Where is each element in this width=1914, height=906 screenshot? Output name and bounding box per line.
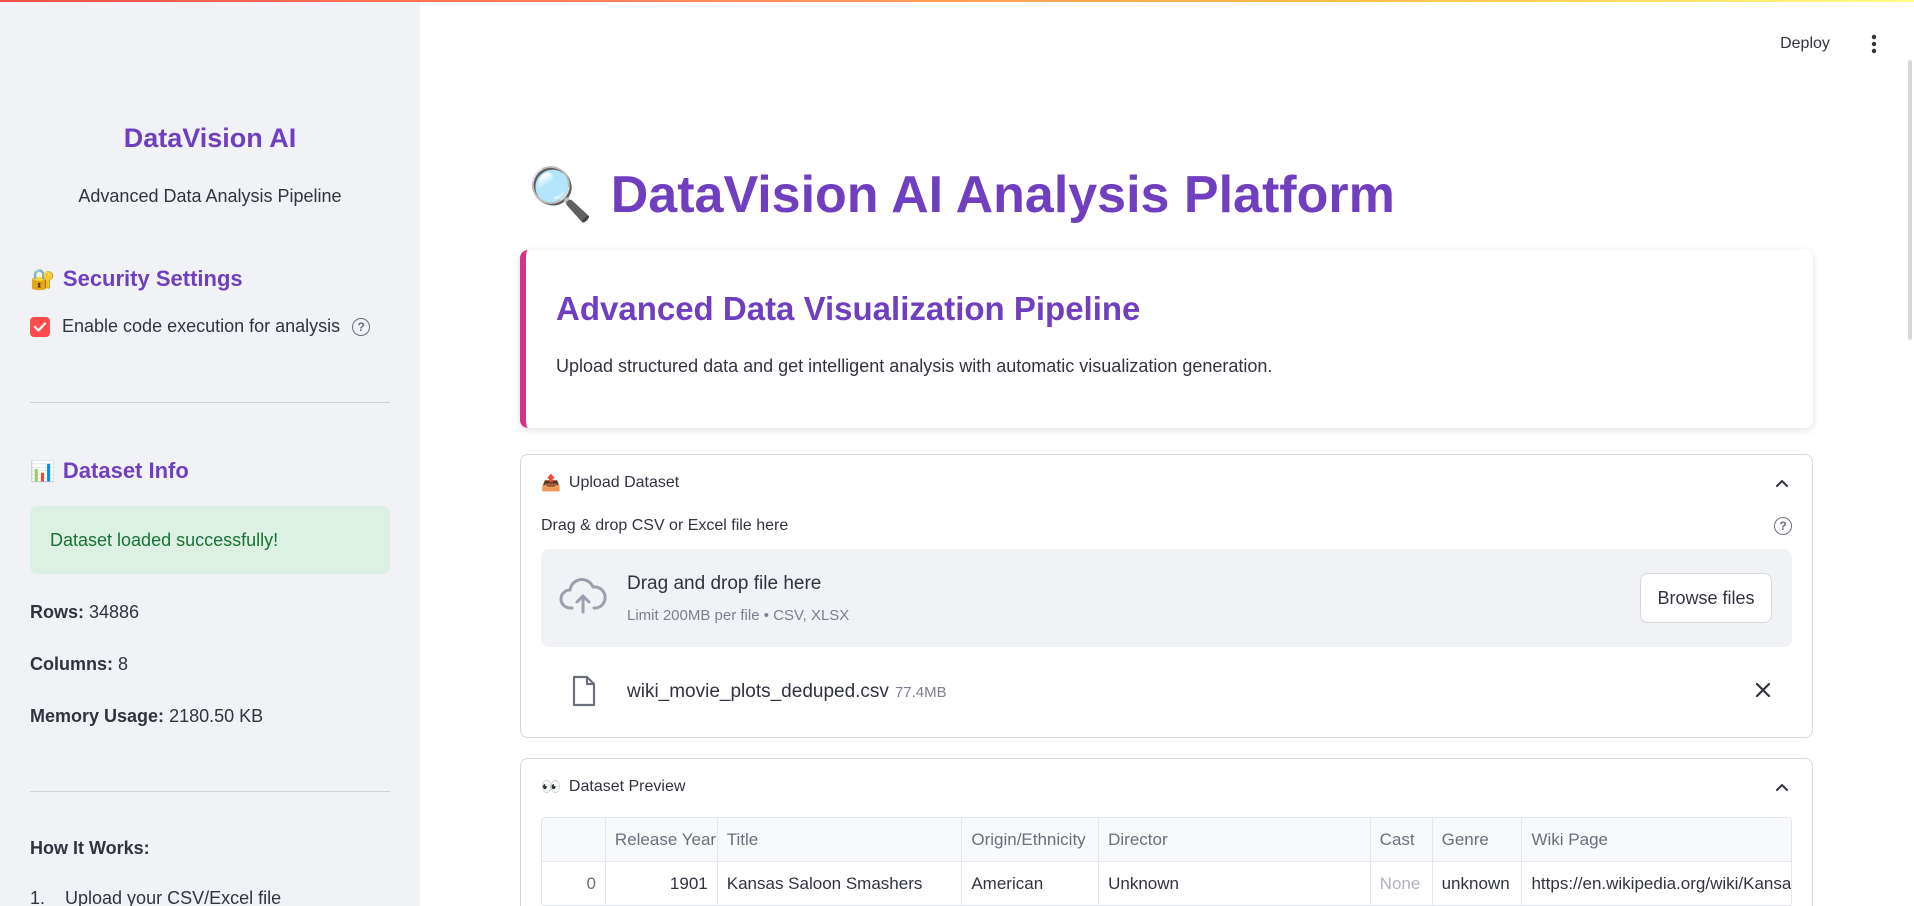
dataset-preview-header[interactable]: 👀 Dataset Preview (541, 777, 685, 797)
page-title: 🔍 DataVision AI Analysis Platform (528, 164, 1395, 225)
file-name: wiki_movie_plots_deduped.csv 77.4MB (627, 681, 947, 703)
eyes-icon: 👀 (541, 779, 561, 796)
file-icon (572, 675, 596, 707)
table-cell[interactable]: 1901 (606, 862, 718, 905)
page-title-text: DataVision AI Analysis Platform (610, 165, 1395, 224)
file-dropzone[interactable]: Drag and drop file here Limit 200MB per … (541, 549, 1792, 647)
rows-stat: Rows: 34886 (30, 602, 139, 623)
intro-card-heading: Advanced Data Visualization Pipeline (556, 290, 1141, 327)
dataset-preview-title: Dataset Preview (568, 778, 686, 795)
magnifier-icon: 🔍 (528, 166, 593, 224)
help-icon[interactable]: ? (352, 317, 371, 336)
code-execution-checkbox-row[interactable]: Enable code execution for analysis ? (30, 316, 371, 337)
chevron-up-icon[interactable] (1772, 473, 1792, 493)
lock-icon: 🔐 (30, 268, 55, 291)
chevron-up-icon[interactable] (1772, 777, 1792, 797)
file-name-text: wiki_movie_plots_deduped.csv (627, 681, 889, 702)
help-icon[interactable]: ? (1774, 517, 1792, 535)
upload-icon: 📤 (541, 475, 561, 492)
memory-value: 2180.50 KB (169, 706, 264, 726)
dropzone-title: Drag and drop file here (627, 573, 822, 594)
browse-files-button[interactable]: Browse files (1640, 573, 1772, 623)
dataset-preview-expander: 👀 Dataset Preview Release Year Title Ori… (520, 758, 1813, 906)
column-header-title[interactable]: Title (718, 818, 963, 861)
security-settings-label: Security Settings (62, 266, 243, 291)
dataset-info-heading: 📊 Dataset Info (30, 458, 189, 484)
how-it-works-heading: How It Works: (30, 838, 150, 858)
memory-label: Memory Usage: (30, 706, 165, 726)
rows-label: Rows: (30, 602, 84, 622)
file-size: 77.4MB (894, 684, 947, 701)
table-cell[interactable]: unknown (1433, 862, 1523, 905)
code-execution-checkbox[interactable] (30, 316, 50, 337)
column-header-origin[interactable]: Origin/Ethnicity (962, 818, 1100, 861)
cloud-upload-icon (559, 578, 607, 614)
code-execution-label[interactable]: Enable code execution for analysis (62, 316, 340, 337)
sidebar-subtitle: Advanced Data Analysis Pipeline (78, 186, 342, 206)
columns-value: 8 (118, 654, 129, 674)
upload-dataset-expander: 📤 Upload Dataset Drag & drop CSV or Exce… (520, 454, 1813, 738)
intro-card-description: Upload structured data and get intellige… (556, 356, 1273, 376)
memory-stat: Memory Usage: 2180.50 KB (30, 706, 263, 727)
dataset-info-label: Dataset Info (62, 458, 189, 483)
step-number: 1. (30, 888, 46, 906)
deploy-button[interactable]: Deploy (1770, 30, 1840, 58)
table-cell[interactable]: Unknown (1099, 862, 1371, 905)
column-header-director[interactable]: Director (1099, 818, 1371, 861)
table-cell[interactable]: American (962, 862, 1100, 905)
bar-chart-icon: 📊 (30, 460, 55, 483)
dataset-success-alert: Dataset loaded successfully! (30, 506, 390, 574)
column-header-index[interactable] (542, 818, 606, 861)
uploaded-file: wiki_movie_plots_deduped.csv 77.4MB (541, 671, 1792, 715)
security-settings-heading: 🔐 Security Settings (30, 266, 243, 292)
sidebar-divider (30, 791, 390, 792)
success-message: Dataset loaded successfully! (50, 529, 279, 550)
table-cell[interactable]: Kansas Saloon Smashers (718, 862, 963, 905)
dropzone-limit: Limit 200MB per file • CSV, XLSX (627, 607, 850, 624)
columns-stat: Columns: 8 (30, 654, 128, 675)
column-header-genre[interactable]: Genre (1433, 818, 1523, 861)
page-scrollbar[interactable] (1908, 60, 1912, 340)
column-header-release-year[interactable]: Release Year (606, 818, 718, 861)
checkmark-icon (33, 321, 47, 332)
upload-dataset-header[interactable]: 📤 Upload Dataset (541, 473, 679, 493)
step-text: Upload your CSV/Excel file (65, 888, 282, 906)
sidebar-divider (30, 402, 390, 403)
how-it-works-step: 1. Upload your CSV/Excel file (30, 888, 281, 906)
dataset-preview-table[interactable]: Release Year Title Origin/Ethnicity Dire… (541, 817, 1792, 906)
intro-card: Advanced Data Visualization Pipeline Upl… (520, 250, 1813, 428)
column-header-cast[interactable]: Cast (1371, 818, 1433, 861)
upload-dataset-title: Upload Dataset (568, 474, 680, 491)
table-cell[interactable]: 0 (542, 862, 606, 905)
columns-label: Columns: (30, 654, 113, 674)
table-cell[interactable]: https://en.wikipedia.org/wiki/Kansas_Sal… (1522, 862, 1791, 905)
rows-value: 34886 (89, 602, 140, 622)
table-cell[interactable]: None (1371, 862, 1433, 905)
kebab-icon (1871, 34, 1877, 54)
sidebar-app-name: DataVision AI (123, 123, 297, 153)
main-menu-icon[interactable] (1862, 32, 1886, 56)
column-header-wiki-page[interactable]: Wiki Page (1522, 818, 1791, 861)
sidebar: DataVision AI Advanced Data Analysis Pip… (0, 2, 420, 906)
uploader-label: Drag & drop CSV or Excel file here (541, 517, 789, 534)
close-icon[interactable] (1754, 681, 1772, 699)
table-header-row: Release Year Title Origin/Ethnicity Dire… (542, 818, 1791, 862)
table-row[interactable]: 0 1901 Kansas Saloon Smashers American U… (542, 862, 1791, 906)
